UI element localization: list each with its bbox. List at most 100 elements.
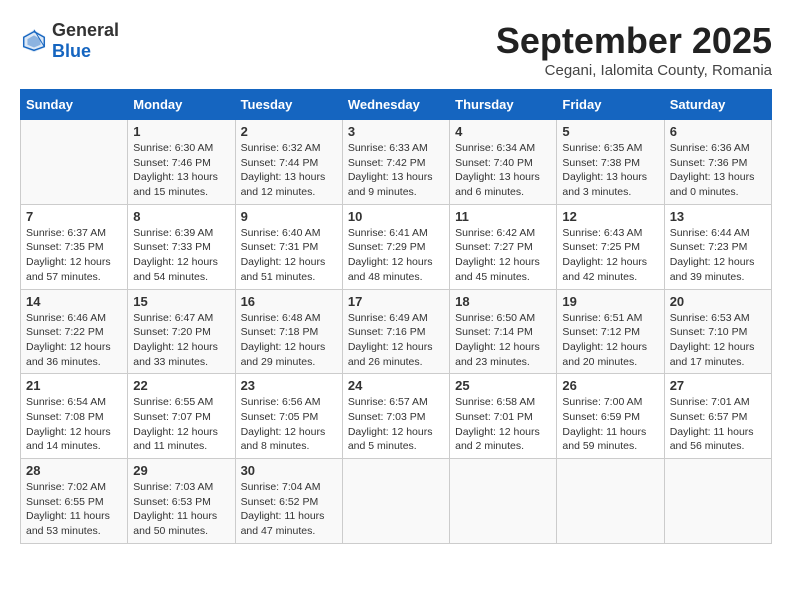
day-info: Sunrise: 6:55 AMSunset: 7:07 PMDaylight:…	[133, 395, 229, 454]
weekday-header-row: Sunday Monday Tuesday Wednesday Thursday…	[21, 90, 772, 120]
day-info: Sunrise: 6:33 AMSunset: 7:42 PMDaylight:…	[348, 141, 444, 200]
day-info: Sunrise: 6:57 AMSunset: 7:03 PMDaylight:…	[348, 395, 444, 454]
day-info: Sunrise: 6:40 AMSunset: 7:31 PMDaylight:…	[241, 226, 337, 285]
day-number: 17	[348, 294, 444, 309]
day-info: Sunrise: 6:54 AMSunset: 7:08 PMDaylight:…	[26, 395, 122, 454]
table-cell: 25Sunrise: 6:58 AMSunset: 7:01 PMDayligh…	[450, 374, 557, 459]
table-cell: 15 Sunrise: 6:47 AMSunset: 7:20 PMDayligh…	[128, 289, 235, 374]
table-cell: 2 Sunrise: 6:32 AMSunset: 7:44 PMDaylight…	[235, 120, 342, 205]
table-cell: 21 Sunrise: 6:54 AMSunset: 7:08 PMDayligh…	[21, 374, 128, 459]
table-cell: 16 Sunrise: 6:48 AMSunset: 7:18 PMDayligh…	[235, 289, 342, 374]
day-number: 15	[133, 294, 229, 309]
title-section: September 2025 Cegani, Ialomita County, …	[496, 20, 772, 79]
week-row-5: 28 Sunrise: 7:02 AMSunset: 6:55 PMDayligh…	[21, 459, 772, 544]
day-number: 21	[26, 378, 122, 393]
header-saturday: Saturday	[664, 90, 771, 120]
header-tuesday: Tuesday	[235, 90, 342, 120]
location-subtitle: Cegani, Ialomita County, Romania	[496, 62, 772, 79]
logo-blue: Blue	[52, 41, 91, 61]
day-info: Sunrise: 6:47 AMSunset: 7:20 PMDaylight:…	[133, 311, 229, 370]
header-friday: Friday	[557, 90, 664, 120]
header-monday: Monday	[128, 90, 235, 120]
day-number: 26	[562, 378, 658, 393]
table-cell	[450, 459, 557, 544]
table-cell: 24 Sunrise: 6:57 AMSunset: 7:03 PMDayligh…	[342, 374, 449, 459]
day-info: Sunrise: 6:43 AMSunset: 7:25 PMDaylight:…	[562, 226, 658, 285]
day-number: 1	[133, 124, 229, 139]
week-row-4: 21 Sunrise: 6:54 AMSunset: 7:08 PMDayligh…	[21, 374, 772, 459]
day-number: 19	[562, 294, 658, 309]
table-cell: 23Sunrise: 6:56 AMSunset: 7:05 PMDayligh…	[235, 374, 342, 459]
table-cell: 27 Sunrise: 7:01 AMSunset: 6:57 PMDayligh…	[664, 374, 771, 459]
day-number: 29	[133, 463, 229, 478]
table-cell	[557, 459, 664, 544]
logo: General Blue	[20, 20, 119, 62]
day-info: Sunrise: 7:00 AMSunset: 6:59 PMDaylight:…	[562, 395, 658, 454]
day-info: Sunrise: 6:30 AMSunset: 7:46 PMDaylight:…	[133, 141, 229, 200]
day-info: Sunrise: 7:04 AMSunset: 6:52 PMDaylight:…	[241, 480, 337, 539]
table-cell: 28 Sunrise: 7:02 AMSunset: 6:55 PMDayligh…	[21, 459, 128, 544]
day-number: 18	[455, 294, 551, 309]
table-cell: 26 Sunrise: 7:00 AMSunset: 6:59 PMDayligh…	[557, 374, 664, 459]
day-number: 6	[670, 124, 766, 139]
table-cell: 8Sunrise: 6:39 AMSunset: 7:33 PMDaylight…	[128, 204, 235, 289]
table-cell	[21, 120, 128, 205]
header-thursday: Thursday	[450, 90, 557, 120]
table-cell: 22Sunrise: 6:55 AMSunset: 7:07 PMDayligh…	[128, 374, 235, 459]
table-cell	[342, 459, 449, 544]
day-number: 14	[26, 294, 122, 309]
day-info: Sunrise: 6:41 AMSunset: 7:29 PMDaylight:…	[348, 226, 444, 285]
table-cell: 13Sunrise: 6:44 AMSunset: 7:23 PMDayligh…	[664, 204, 771, 289]
day-info: Sunrise: 7:02 AMSunset: 6:55 PMDaylight:…	[26, 480, 122, 539]
day-number: 27	[670, 378, 766, 393]
logo-icon	[20, 27, 48, 55]
table-cell: 29 Sunrise: 7:03 AMSunset: 6:53 PMDayligh…	[128, 459, 235, 544]
day-number: 25	[455, 378, 551, 393]
table-cell: 10 Sunrise: 6:41 AMSunset: 7:29 PMDayligh…	[342, 204, 449, 289]
day-info: Sunrise: 7:01 AMSunset: 6:57 PMDaylight:…	[670, 395, 766, 454]
day-number: 3	[348, 124, 444, 139]
table-cell: 11 Sunrise: 6:42 AMSunset: 7:27 PMDayligh…	[450, 204, 557, 289]
day-info: Sunrise: 6:36 AMSunset: 7:36 PMDaylight:…	[670, 141, 766, 200]
day-number: 4	[455, 124, 551, 139]
day-info: Sunrise: 6:37 AMSunset: 7:35 PMDaylight:…	[26, 226, 122, 285]
logo-general: General	[52, 20, 119, 40]
day-number: 2	[241, 124, 337, 139]
day-number: 16	[241, 294, 337, 309]
week-row-1: 1 Sunrise: 6:30 AMSunset: 7:46 PMDaylight…	[21, 120, 772, 205]
day-info: Sunrise: 6:35 AMSunset: 7:38 PMDaylight:…	[562, 141, 658, 200]
week-row-3: 14Sunrise: 6:46 AMSunset: 7:22 PMDayligh…	[21, 289, 772, 374]
day-info: Sunrise: 6:49 AMSunset: 7:16 PMDaylight:…	[348, 311, 444, 370]
table-cell	[664, 459, 771, 544]
day-number: 20	[670, 294, 766, 309]
day-info: Sunrise: 6:53 AMSunset: 7:10 PMDaylight:…	[670, 311, 766, 370]
header-sunday: Sunday	[21, 90, 128, 120]
table-cell: 9 Sunrise: 6:40 AMSunset: 7:31 PMDaylight…	[235, 204, 342, 289]
day-number: 5	[562, 124, 658, 139]
week-row-2: 7Sunrise: 6:37 AMSunset: 7:35 PMDaylight…	[21, 204, 772, 289]
day-info: Sunrise: 6:34 AMSunset: 7:40 PMDaylight:…	[455, 141, 551, 200]
day-number: 10	[348, 209, 444, 224]
logo-text: General Blue	[52, 20, 119, 62]
page-header: General Blue September 2025 Cegani, Ialo…	[20, 20, 772, 79]
table-cell: 7Sunrise: 6:37 AMSunset: 7:35 PMDaylight…	[21, 204, 128, 289]
day-info: Sunrise: 6:48 AMSunset: 7:18 PMDaylight:…	[241, 311, 337, 370]
day-info: Sunrise: 7:03 AMSunset: 6:53 PMDaylight:…	[133, 480, 229, 539]
calendar-table: Sunday Monday Tuesday Wednesday Thursday…	[20, 89, 772, 544]
table-cell: 12Sunrise: 6:43 AMSunset: 7:25 PMDayligh…	[557, 204, 664, 289]
table-cell: 30 Sunrise: 7:04 AMSunset: 6:52 PMDayligh…	[235, 459, 342, 544]
day-number: 28	[26, 463, 122, 478]
day-info: Sunrise: 6:44 AMSunset: 7:23 PMDaylight:…	[670, 226, 766, 285]
table-cell: 6 Sunrise: 6:36 AMSunset: 7:36 PMDaylight…	[664, 120, 771, 205]
day-number: 11	[455, 209, 551, 224]
day-info: Sunrise: 6:42 AMSunset: 7:27 PMDaylight:…	[455, 226, 551, 285]
day-info: Sunrise: 6:32 AMSunset: 7:44 PMDaylight:…	[241, 141, 337, 200]
table-cell: 5 Sunrise: 6:35 AMSunset: 7:38 PMDaylight…	[557, 120, 664, 205]
day-number: 9	[241, 209, 337, 224]
day-number: 30	[241, 463, 337, 478]
day-number: 24	[348, 378, 444, 393]
table-cell: 17 Sunrise: 6:49 AMSunset: 7:16 PMDayligh…	[342, 289, 449, 374]
table-cell: 4 Sunrise: 6:34 AMSunset: 7:40 PMDaylight…	[450, 120, 557, 205]
table-cell: 18Sunrise: 6:50 AMSunset: 7:14 PMDayligh…	[450, 289, 557, 374]
table-cell: 14Sunrise: 6:46 AMSunset: 7:22 PMDayligh…	[21, 289, 128, 374]
